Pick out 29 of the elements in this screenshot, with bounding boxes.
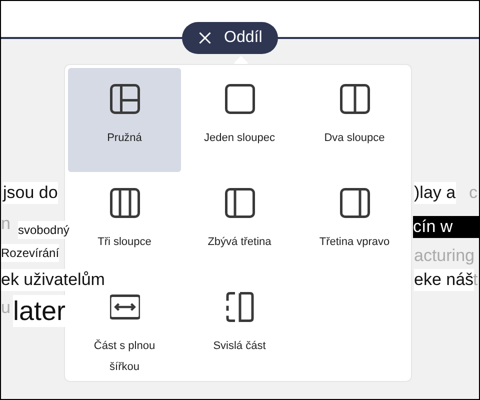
right-column-icon <box>340 188 370 218</box>
background-text: Rozevírání <box>1 244 60 262</box>
background-text: svobodný <box>18 221 70 239</box>
left-column-icon <box>224 188 254 218</box>
dashed-panel-icon <box>224 292 254 322</box>
background-text: n <box>1 213 10 235</box>
square-icon <box>224 84 254 114</box>
layout-option[interactable]: Dva sloupce <box>298 68 411 172</box>
layout-option[interactable]: Jeden sloupec <box>183 68 296 172</box>
layout-option[interactable]: Pružná <box>68 68 181 172</box>
three-columns-icon <box>110 188 140 218</box>
background-text: )lay a <box>414 182 456 204</box>
close-icon[interactable] <box>198 31 212 45</box>
background-text: jsou do <box>3 182 58 204</box>
background-text: t <box>473 269 478 291</box>
section-button[interactable]: Oddíl <box>182 22 278 54</box>
background-text: later <box>13 295 66 327</box>
layout-grid-icon <box>110 84 140 114</box>
layout-option[interactable]: Třetina vpravo <box>298 172 411 276</box>
background-text: cín w <box>413 216 479 238</box>
background-text: acturing <box>414 245 474 267</box>
background-text: ek uživatelům <box>1 269 105 291</box>
arrows-width-icon <box>110 292 140 322</box>
two-columns-icon <box>340 84 370 114</box>
background-text: c <box>469 182 478 204</box>
background-text: eke náš <box>414 269 474 291</box>
background-text: u <box>1 297 10 319</box>
layout-option[interactable]: Svislá část <box>183 276 296 380</box>
layout-option[interactable]: Zbývá třetina <box>183 172 296 276</box>
